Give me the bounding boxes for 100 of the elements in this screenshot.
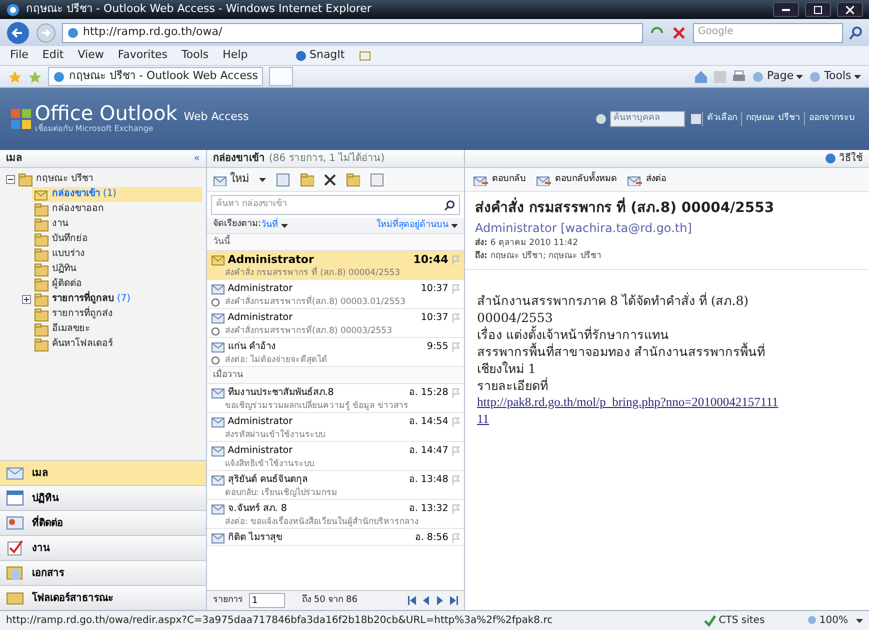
menu-item[interactable]: Edit <box>42 47 64 64</box>
help-link[interactable]: วิธีใช้ <box>825 151 863 166</box>
header-link[interactable]: ออกจากระบ <box>804 112 859 126</box>
caret-icon <box>856 618 863 622</box>
folder-item[interactable]: ค้นหาโฟลเดอร์ <box>32 337 202 352</box>
sort-dropdown[interactable]: วันที่ <box>261 218 288 233</box>
minimize-button[interactable] <box>773 2 799 17</box>
close-button[interactable] <box>837 2 863 17</box>
flag-icon <box>451 254 460 266</box>
message-sender[interactable]: Administrator [wachira.ta@rd.go.th] <box>475 219 859 237</box>
delete-icon[interactable] <box>324 174 336 186</box>
folder-item[interactable]: ผู้ติดต่อ <box>32 277 202 292</box>
new-button[interactable]: ใหม่ <box>213 171 249 188</box>
message-item[interactable]: กิติต ไมราสุข อ. 8:56 <box>207 529 464 546</box>
back-icon[interactable] <box>6 20 30 44</box>
folder-item[interactable]: รายการที่ถูกลบ (7) <box>20 292 202 307</box>
menu-item[interactable]: View <box>78 47 104 64</box>
forward-icon[interactable] <box>36 22 56 42</box>
body-text: เรื่อง แต่งตั้งเจ้าหน้าที่รักษาการแทน <box>477 326 670 342</box>
read-envelope-icon <box>211 444 225 458</box>
flag-icon <box>451 284 460 294</box>
next-page-icon[interactable] <box>436 596 444 605</box>
folder-item[interactable]: กฤษณะ ปรีชา <box>4 172 202 187</box>
zoom-button[interactable]: 100% <box>806 613 848 628</box>
pane-title: เมล <box>6 152 23 166</box>
folder-item[interactable]: กล่องขาเข้า (1) <box>32 187 202 202</box>
command-button[interactable]: Page <box>767 68 794 85</box>
folder-item[interactable]: ปฏิทิน <box>32 262 202 277</box>
flag-icon <box>451 342 460 352</box>
search-icon[interactable] <box>849 26 863 40</box>
header-link[interactable]: ตัวเลือก <box>702 112 742 126</box>
menu-item[interactable]: Favorites <box>118 47 168 64</box>
browser-tab[interactable]: กฤษณะ ปรีชา - Outlook Web Access <box>48 67 263 86</box>
header-link[interactable]: กฤษณะ ปรีชา <box>741 112 804 126</box>
flag-icon <box>451 446 460 456</box>
flag-icon <box>451 532 460 544</box>
body-text: สำนักงานสรรพากรภาค 8 ได้จัดทำคำสั่ง ที่ (สภ.8) 00004/2553 <box>477 292 750 326</box>
menu-item[interactable]: Tools <box>182 47 209 64</box>
folder-item[interactable]: กล่องขาออก <box>32 202 202 217</box>
expand-icon <box>22 295 31 304</box>
read-envelope-icon <box>211 415 225 429</box>
message-item[interactable]: Administrator 10:44 ส่งคำสั่ง กรมสรรพากร ที่ (สภ.8) 00004/2553 <box>207 251 464 280</box>
body-text: สรรพากรพื้นที่สาขาจอมทอง สำนักงานสรรพากรพื้นที่เชียงใหม่ 1 <box>477 342 766 376</box>
folder-icon <box>34 308 49 322</box>
toolbar-button[interactable]: ส่งต่อ <box>627 172 666 186</box>
folder-icon <box>34 218 49 232</box>
last-page-icon[interactable] <box>450 596 458 605</box>
home-icon[interactable] <box>694 70 708 84</box>
folder-item[interactable]: งาน <box>32 217 202 232</box>
message-item[interactable]: แก่น คำอ้าง 9:55 ส่งต่อ: ไม่ต้องจ่ายจะดีสุดได้ <box>207 338 464 367</box>
print-icon[interactable] <box>732 70 746 84</box>
message-item[interactable]: สุริยันต์ คนธ์จินตกุล อ. 13:48 ตอบกลับ: เรียนเชิญไปร่วมกรม <box>207 471 464 500</box>
caret-icon <box>854 74 861 78</box>
add-favorite-icon[interactable] <box>28 70 42 84</box>
collapse-icon <box>6 175 15 184</box>
maximize-icon <box>814 6 822 14</box>
message-item[interactable]: ทีมงานประชาสัมพันธ์สภ.8 อ. 15:28 ขอเชิญร่วมรวมผลกเปลี่ยนความรู้ ข้อมูล ข่าวสาร <box>207 384 464 413</box>
security-zone: CTS sites <box>718 614 765 628</box>
group-header: วันนี้ <box>207 234 464 251</box>
nav-icon <box>6 489 24 507</box>
folder-item[interactable]: แบบร่าง <box>32 247 202 262</box>
folder-item[interactable]: บันทึกย่อ <box>32 232 202 247</box>
menu-item[interactable]: Help <box>222 47 248 64</box>
nav-icon <box>6 514 24 532</box>
new-message-icon <box>213 174 227 186</box>
address-field[interactable]: http://ramp.rd.go.th/owa/ <box>62 22 643 42</box>
toolbar-button[interactable]: ตอบกลับทั้งหมด <box>536 172 617 186</box>
snagit-button[interactable]: SnagIt <box>309 47 345 64</box>
page-field[interactable]: 1 <box>249 593 285 608</box>
menu-item[interactable]: File <box>10 47 28 64</box>
new-tab[interactable] <box>268 67 293 86</box>
favorites-star-icon[interactable] <box>8 70 22 84</box>
toolbar-button[interactable]: ตอบกลับ <box>473 172 526 186</box>
folder-item[interactable]: รายการที่ถูกส่ง <box>32 307 202 322</box>
read-envelope-icon <box>211 311 225 325</box>
nav-button[interactable]: ปฏิทิน <box>0 485 206 510</box>
minimize-icon <box>782 8 790 10</box>
people-search-field[interactable]: ค้นหาบุคคล <box>610 111 685 127</box>
message-item[interactable]: จ.จันทร์ สภ. 8 อ. 13:32 ส่งต่อ: ขอแจ้งเรื่องหนังสือเวียนในผู้สำนักบริหารกลาง <box>207 500 464 529</box>
browser-logo-icon <box>6 2 20 16</box>
folder-icon <box>34 278 49 292</box>
nav-button[interactable]: งาน <box>0 535 206 560</box>
first-page-icon[interactable] <box>408 596 416 605</box>
search-icon <box>444 200 455 210</box>
nav-button[interactable]: เอกสาร <box>0 560 206 585</box>
folder-item[interactable]: อีเมลขยะ <box>32 322 202 337</box>
nav-button[interactable]: โฟลเดอร์สาธารณะ <box>0 585 206 610</box>
command-button[interactable]: Tools <box>824 68 852 85</box>
nav-button[interactable]: ที่ติดต่อ <box>0 510 206 535</box>
collapse-button[interactable]: « <box>194 151 200 166</box>
nav-button[interactable]: เมล <box>0 460 206 485</box>
message-link[interactable]: http://pak8.rd.go.th/mol/p_bring.php?nno=2010004215711111 <box>477 394 783 428</box>
move-folder-icon[interactable] <box>300 172 314 186</box>
search-field[interactable]: ค้นหา กล่องขาเข้า <box>211 195 460 215</box>
folder-icon <box>34 322 49 336</box>
order-dropdown[interactable]: ใหม่ที่สุดอยู่ด้านบน <box>376 218 458 233</box>
maximize-button[interactable] <box>805 2 831 17</box>
read-envelope-icon <box>211 502 225 516</box>
stop-icon[interactable] <box>671 24 687 40</box>
previous-page-icon[interactable] <box>422 596 430 605</box>
